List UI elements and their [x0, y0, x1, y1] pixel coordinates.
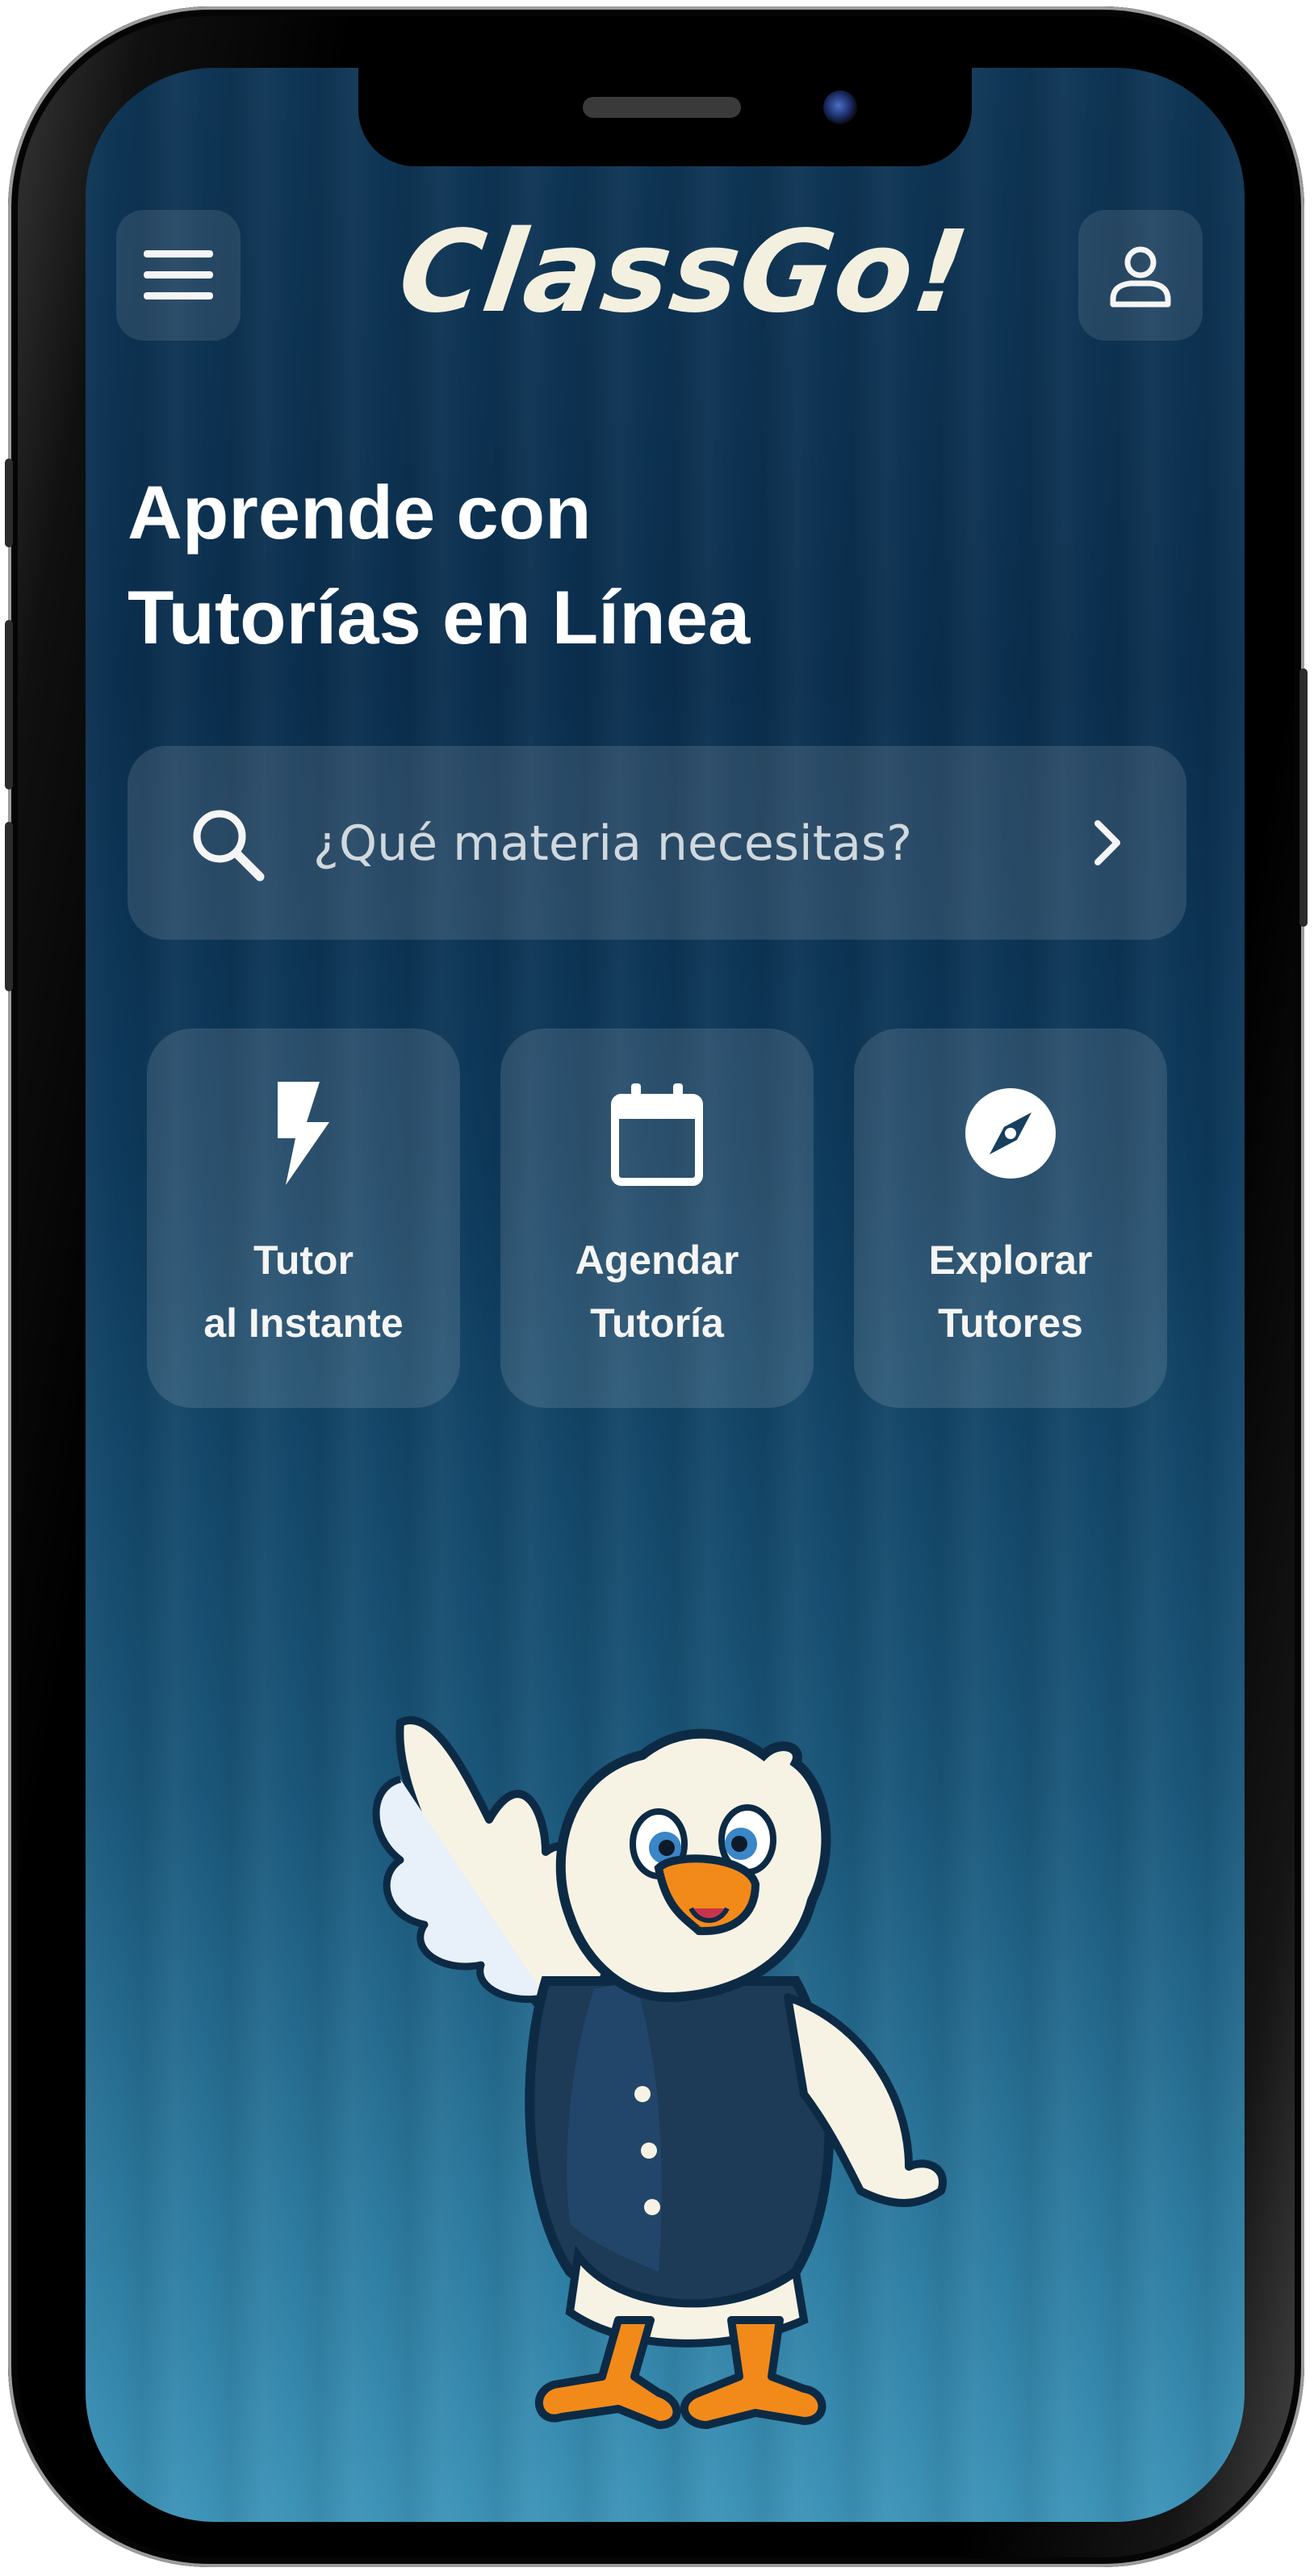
lightning-icon: [278, 1082, 329, 1185]
schedule-tutoring-label: Agendar Tutoría: [575, 1238, 739, 1346]
profile-button[interactable]: [1078, 210, 1203, 341]
search-input[interactable]: ¿Qué materia necesitas?: [313, 815, 912, 872]
hero-headline-line2: Tutorías en Línea: [128, 575, 751, 660]
app-screen: ClassGo! Aprende con Tutorías en Línea ¿…: [86, 68, 1245, 2522]
chevron-right-icon[interactable]: [1090, 819, 1125, 867]
front-camera: [823, 90, 857, 124]
phone-volume-up: [5, 620, 13, 790]
compass-icon: [965, 1088, 1056, 1179]
menu-button[interactable]: [116, 210, 241, 341]
eagle-mascot: [372, 1716, 947, 2429]
hamburger-menu-icon: [144, 250, 213, 299]
schedule-tutoring-card[interactable]: Agendar Tutoría: [500, 1028, 814, 1408]
app-logo: ClassGo!: [391, 207, 977, 338]
phone-notch: [358, 68, 972, 166]
explore-tutors-card[interactable]: Explorar Tutores: [854, 1028, 1167, 1408]
search-icon: [193, 810, 265, 882]
explore-tutors-label: Explorar Tutores: [928, 1238, 1093, 1346]
instant-tutor-card[interactable]: Tutor al Instante: [147, 1028, 460, 1408]
calendar-icon: [611, 1083, 703, 1186]
hero-headline-line1: Aprende con: [128, 470, 592, 555]
search-bar[interactable]: ¿Qué materia necesitas?: [128, 746, 1186, 940]
phone-volume-down: [5, 822, 13, 991]
hero-headline: Aprende con Tutorías en Línea: [128, 460, 935, 670]
user-icon: [1110, 246, 1171, 308]
instant-tutor-label: Tutor al Instante: [203, 1238, 404, 1346]
speaker-grille: [583, 97, 741, 118]
phone-mute-switch: [5, 459, 13, 547]
phone-power-button: [1299, 668, 1308, 927]
phone-frame: ClassGo! Aprende con Tutorías en Línea ¿…: [5, 6, 1308, 2567]
